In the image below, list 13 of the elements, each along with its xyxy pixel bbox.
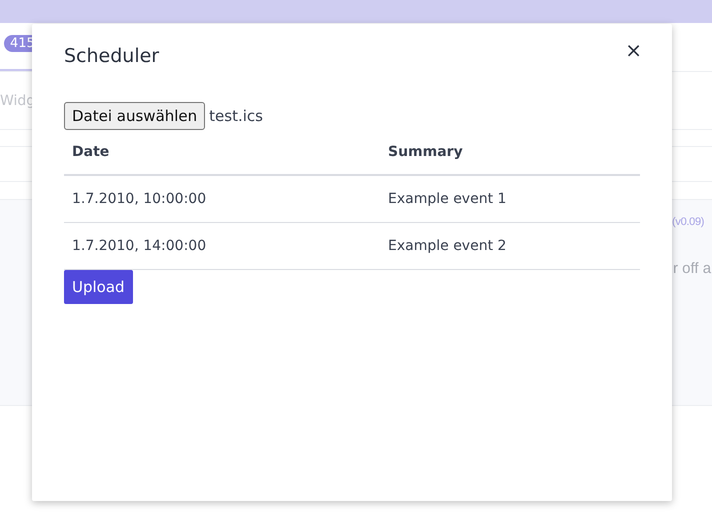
version-label: (v0.09)	[672, 216, 704, 228]
panel-text: r off a	[673, 260, 712, 277]
table-cell: 1.7.2010, 10:00:00	[72, 191, 206, 207]
table-cell: 1.7.2010, 14:00:00	[72, 238, 206, 254]
close-button[interactable]: ×	[623, 38, 644, 62]
table-cell: Example event 1	[388, 191, 506, 207]
dialog-title: Scheduler	[64, 45, 160, 67]
column-header: Date	[72, 144, 110, 160]
file-name: test.ics	[209, 107, 263, 125]
upload-button[interactable]: Upload	[64, 270, 133, 304]
table-cell: Example event 2	[388, 238, 506, 254]
choose-file-button[interactable]: Datei auswählen	[64, 102, 206, 130]
column-header: Summary	[388, 144, 463, 160]
